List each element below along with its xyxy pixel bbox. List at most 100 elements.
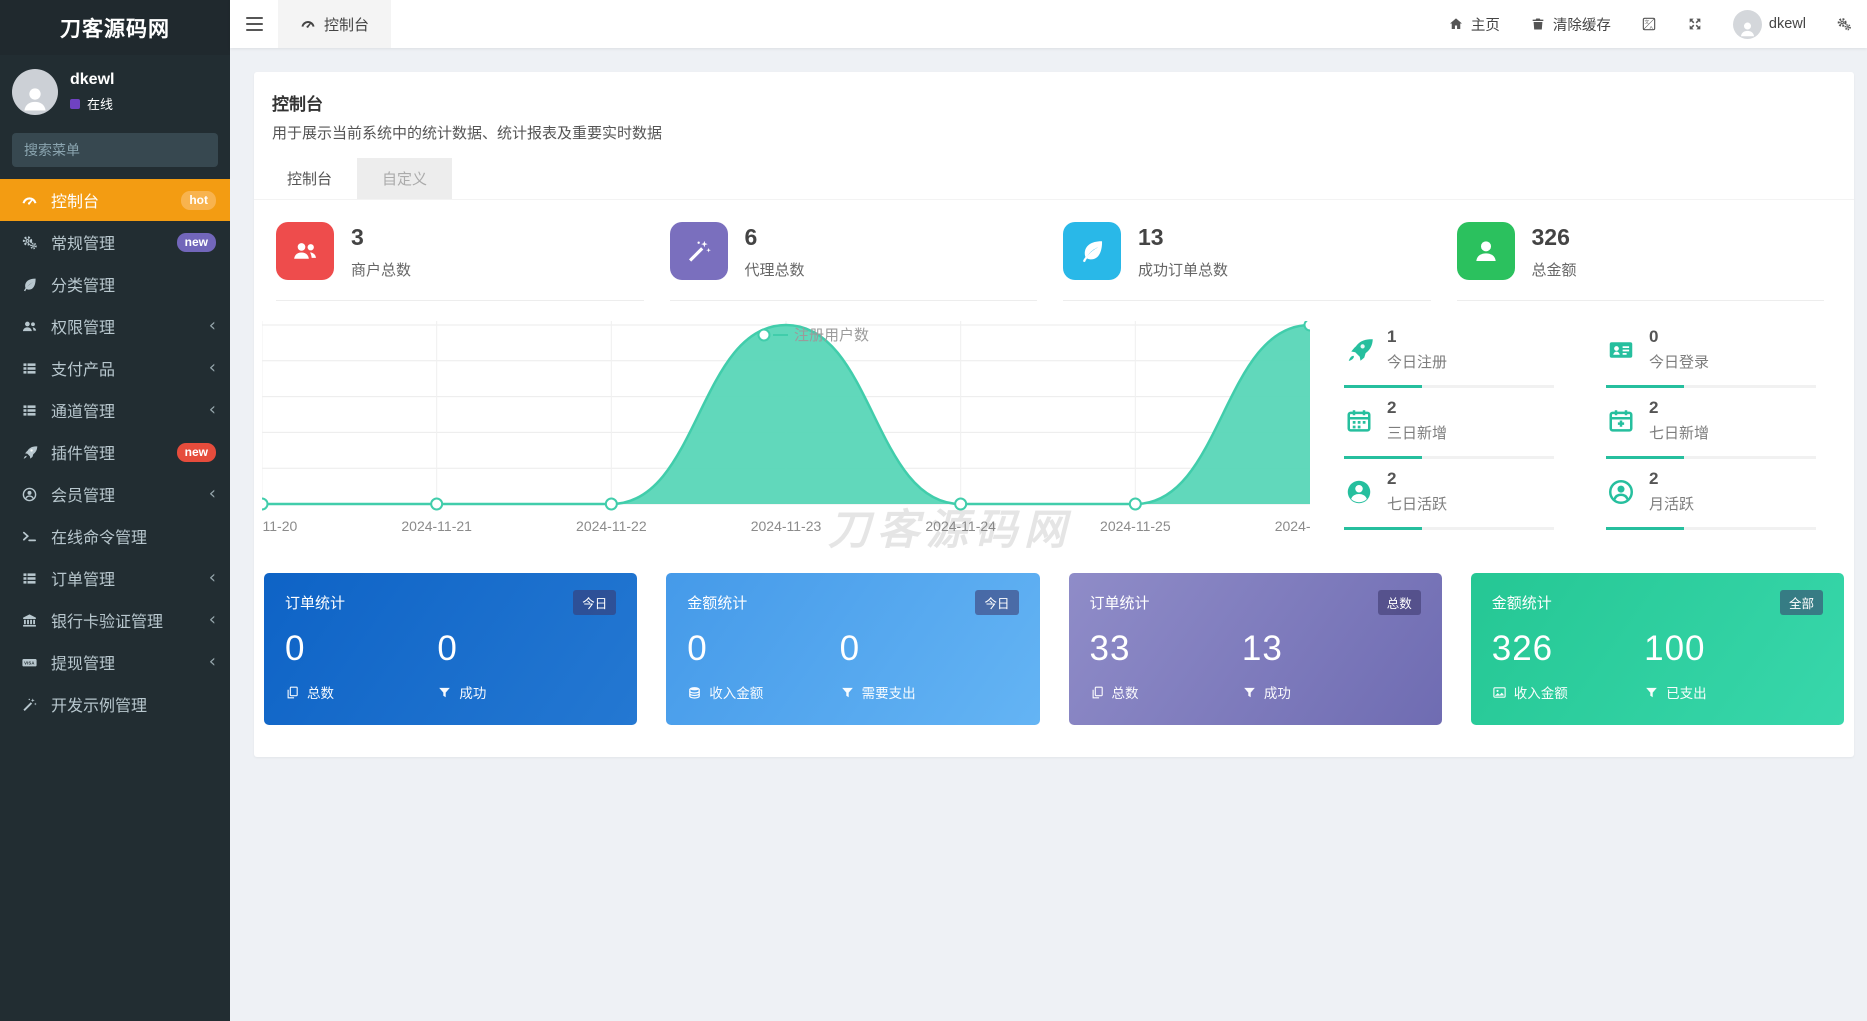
stat-value: 13 (1138, 224, 1228, 251)
mini-stat-today-register: 1今日注册 (1344, 317, 1572, 388)
user-circle-icon (1606, 477, 1636, 507)
stat-label: 总金额 (1532, 259, 1577, 280)
id-card-icon (1606, 335, 1636, 365)
content-area: 控制台 用于展示当前系统中的统计数据、统计报表及重要实时数据 控制台 自定义 3… (230, 48, 1867, 1021)
wand-icon (670, 222, 728, 280)
new-badge: new (177, 233, 216, 252)
sidebar-item-command[interactable]: 在线命令管理 (0, 515, 230, 557)
stat-value: 326 (1532, 224, 1577, 251)
home-icon (1448, 16, 1464, 32)
page-title: 控制台 (272, 90, 1836, 115)
card-amount-all: 金额统计全部 326 收入金额 100 已支出 (1471, 573, 1844, 725)
mini-stat-month-active: 2月活跃 (1606, 459, 1834, 530)
svg-text:注册用户数: 注册用户数 (794, 327, 869, 344)
sidebar-menu: 控制台 hot 常规管理 new 分类管理 权限管理 ‹ 支付产品 ‹ 通道管理… (0, 179, 230, 1021)
scope-badge: 今日 (975, 590, 1018, 615)
list-icon (18, 570, 40, 587)
user-circle-icon (18, 486, 40, 503)
user-panel: dkewl 在线 (0, 55, 230, 125)
sidebar-item-withdraw[interactable]: 提现管理 ‹ (0, 641, 230, 683)
clear-cache-button[interactable]: 清除缓存 (1515, 0, 1626, 48)
terminal-icon (18, 528, 40, 545)
sidebar: 刀客源码网 dkewl 在线 控制台 hot 常规管理 new 分类管理 权限管… (0, 0, 230, 1021)
dashboard-panel: 控制台 用于展示当前系统中的统计数据、统计报表及重要实时数据 控制台 自定义 3… (254, 72, 1854, 757)
app-logo: 刀客源码网 (0, 0, 230, 55)
funnel-icon (840, 685, 855, 700)
list-icon (18, 402, 40, 419)
mini-stat-today-login: 0今日登录 (1606, 317, 1834, 388)
trash-icon (1530, 16, 1546, 32)
menu-toggle-button[interactable] (230, 0, 278, 48)
chevron-left-icon: ‹ (209, 611, 216, 629)
chevron-left-icon: ‹ (209, 485, 216, 503)
chevron-left-icon: ‹ (209, 569, 216, 587)
sidebar-item-channel[interactable]: 通道管理 ‹ (0, 389, 230, 431)
avatar (12, 69, 58, 115)
stat-success-orders: 13 成功订单总数 (1063, 222, 1431, 301)
mini-stat-7day-new: 2七日新增 (1606, 388, 1834, 459)
stat-merchants: 3 商户总数 (276, 222, 644, 301)
leaf-icon (1063, 222, 1121, 280)
rocket-icon (18, 444, 40, 461)
sidebar-item-category[interactable]: 分类管理 (0, 263, 230, 305)
page-subtitle: 用于展示当前系统中的统计数据、统计报表及重要实时数据 (272, 122, 1836, 143)
scope-badge: 今日 (573, 590, 616, 615)
list-icon (18, 360, 40, 377)
scope-badge: 总数 (1378, 590, 1421, 615)
stat-total-amount: 326 总金额 (1457, 222, 1825, 301)
stat-label: 代理总数 (745, 259, 805, 280)
language-button[interactable] (1626, 0, 1672, 48)
users-icon (276, 222, 334, 280)
fullscreen-button[interactable] (1672, 0, 1718, 48)
new-badge: new (177, 443, 216, 462)
sidebar-item-general[interactable]: 常规管理 new (0, 221, 230, 263)
sidebar-item-auth[interactable]: 权限管理 ‹ (0, 305, 230, 347)
stat-agents: 6 代理总数 (670, 222, 1038, 301)
chevron-left-icon: ‹ (209, 401, 216, 419)
card-order-today: 订单统计今日 0 总数 0 成功 (264, 573, 637, 725)
scope-badge: 全部 (1780, 590, 1823, 615)
x-axis-label: 2024-11-26 (1275, 518, 1310, 534)
mini-stats-grid: 1今日注册 0今日登录 2三日新增 (1310, 317, 1846, 539)
visa-icon (18, 654, 40, 671)
avatar (1733, 10, 1762, 39)
chevron-left-icon: ‹ (209, 359, 216, 377)
wand-icon (18, 696, 40, 713)
sidebar-item-example[interactable]: 开发示例管理 (0, 683, 230, 725)
sidebar-item-dashboard[interactable]: 控制台 hot (0, 179, 230, 221)
stat-label: 商户总数 (351, 259, 411, 280)
search-input[interactable] (12, 133, 217, 167)
x-axis-label: 2024-11-25 (1100, 518, 1171, 534)
sidebar-item-order[interactable]: 订单管理 ‹ (0, 557, 230, 599)
home-button[interactable]: 主页 (1433, 0, 1515, 48)
calendar-icon (1344, 406, 1374, 436)
x-axis-label: 2024-11-24 (925, 518, 996, 534)
search-icon (217, 143, 218, 158)
settings-button[interactable] (1821, 0, 1867, 48)
topbar: 控制台 主页 清除缓存 dkewl (230, 0, 1867, 48)
hot-badge: hot (181, 191, 216, 210)
funnel-icon (1242, 685, 1257, 700)
search-button[interactable] (217, 133, 218, 167)
copy-icon (285, 685, 300, 700)
sidebar-item-addon[interactable]: 插件管理 new (0, 431, 230, 473)
sidebar-item-bankcard[interactable]: 银行卡验证管理 ‹ (0, 599, 230, 641)
stat-value: 3 (351, 224, 411, 251)
sidebar-item-pay-product[interactable]: 支付产品 ‹ (0, 347, 230, 389)
sidebar-item-member[interactable]: 会员管理 ‹ (0, 473, 230, 515)
tab-dashboard[interactable]: 控制台 (262, 158, 357, 199)
card-amount-today: 金额统计今日 0 收入金额 0 需要支出 (666, 573, 1039, 725)
tab-custom[interactable]: 自定义 (357, 158, 452, 199)
user-menu[interactable]: dkewl (1718, 0, 1821, 48)
topbar-tab-dashboard[interactable]: 控制台 (278, 0, 391, 48)
summary-cards: 订单统计今日 0 总数 0 成功 金额统计今日 0 收入金额 (262, 573, 1846, 725)
status-dot-icon (70, 99, 80, 109)
rocket-icon (1344, 335, 1374, 365)
mini-stat-7day-active: 2七日活跃 (1344, 459, 1572, 530)
language-icon (1641, 16, 1657, 32)
panel-tabs: 控制台 自定义 (254, 158, 1854, 200)
card-order-total: 订单统计总数 33 总数 13 成功 (1069, 573, 1442, 725)
sidebar-search (12, 133, 218, 167)
expand-icon (1687, 16, 1703, 32)
x-axis-label: 2024-11-23 (751, 518, 822, 534)
